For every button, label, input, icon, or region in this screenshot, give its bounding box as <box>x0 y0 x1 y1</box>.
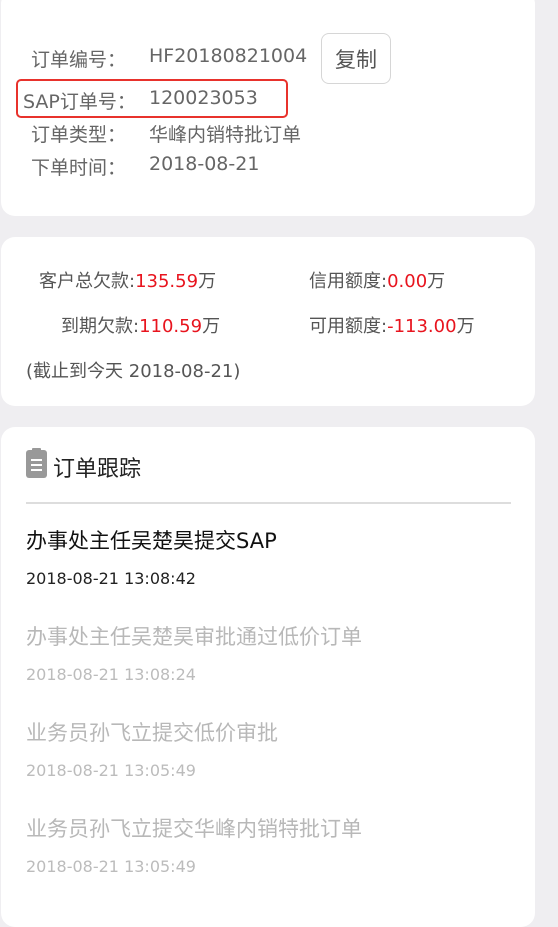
tracking-event: 业务员孙飞立提交华峰内销特批订单 2018-08-21 13:05:49 <box>26 813 362 876</box>
event-time: 2018-08-21 13:08:42 <box>26 569 196 588</box>
total-debt-label: 客户总欠款: <box>39 271 136 292</box>
tracking-event: 业务员孙飞立提交低价审批 2018-08-21 13:05:49 <box>26 717 278 780</box>
sap-number-value: 120023053 <box>149 87 258 109</box>
order-number-value: HF20180821004 <box>149 45 308 67</box>
event-time: 2018-08-21 13:08:24 <box>26 665 196 684</box>
sap-number-label: SAP订单号： <box>23 91 136 113</box>
tracking-event: 办事处主任吴楚昊审批通过低价订单 2018-08-21 13:08:24 <box>26 621 362 684</box>
order-info-card: 订单编号： HF20180821004 复制 SAP订单号： 120023053… <box>1 0 535 216</box>
order-number-label: 订单编号： <box>31 49 127 71</box>
tracking-card: 订单跟踪 办事处主任吴楚昊提交SAP 2018-08-21 13:08:42 办事… <box>1 427 535 927</box>
event-text: 办事处主任吴楚昊审批通过低价订单 <box>26 625 362 649</box>
event-text: 业务员孙飞立提交低价审批 <box>26 721 278 745</box>
credit-label: 信用额度: <box>309 271 388 292</box>
credit-limit: 信用额度:0.00万 <box>309 267 445 293</box>
order-time-label: 下单时间： <box>31 157 127 179</box>
unit: 万 <box>456 316 475 337</box>
tracking-event: 办事处主任吴楚昊提交SAP 2018-08-21 13:08:42 <box>26 525 277 588</box>
unit: 万 <box>427 271 446 292</box>
available-credit: 可用额度:-113.00万 <box>309 312 475 338</box>
available-value: -113.00 <box>387 316 457 337</box>
total-debt-value: 135.59 <box>135 271 199 292</box>
tracking-title: 订单跟踪 <box>53 457 142 482</box>
due-value: 110.59 <box>139 316 203 337</box>
event-text: 办事处主任吴楚昊提交SAP <box>26 529 277 553</box>
available-label: 可用额度: <box>309 316 388 337</box>
copy-button[interactable]: 复制 <box>321 33 391 84</box>
credit-value: 0.00 <box>387 271 428 292</box>
due-debt: 到期欠款:110.59万 <box>61 312 220 338</box>
clipboard-icon <box>26 448 47 478</box>
finance-card: 客户总欠款:135.59万 信用额度:0.00万 到期欠款:110.59万 可用… <box>1 237 535 406</box>
event-time: 2018-08-21 13:05:49 <box>26 857 196 876</box>
order-type-label: 订单类型： <box>31 124 127 146</box>
order-time-value: 2018-08-21 <box>149 153 260 175</box>
event-text: 业务员孙飞立提交华峰内销特批订单 <box>26 817 362 841</box>
as-of-date: (截止到今天 2018-08-21) <box>26 361 241 382</box>
total-debt: 客户总欠款:135.59万 <box>39 267 216 293</box>
order-type-value: 华峰内销特批订单 <box>149 124 302 146</box>
unit: 万 <box>202 316 221 337</box>
divider <box>26 502 511 504</box>
event-time: 2018-08-21 13:05:49 <box>26 761 196 780</box>
unit: 万 <box>198 271 217 292</box>
due-label: 到期欠款: <box>61 316 140 337</box>
